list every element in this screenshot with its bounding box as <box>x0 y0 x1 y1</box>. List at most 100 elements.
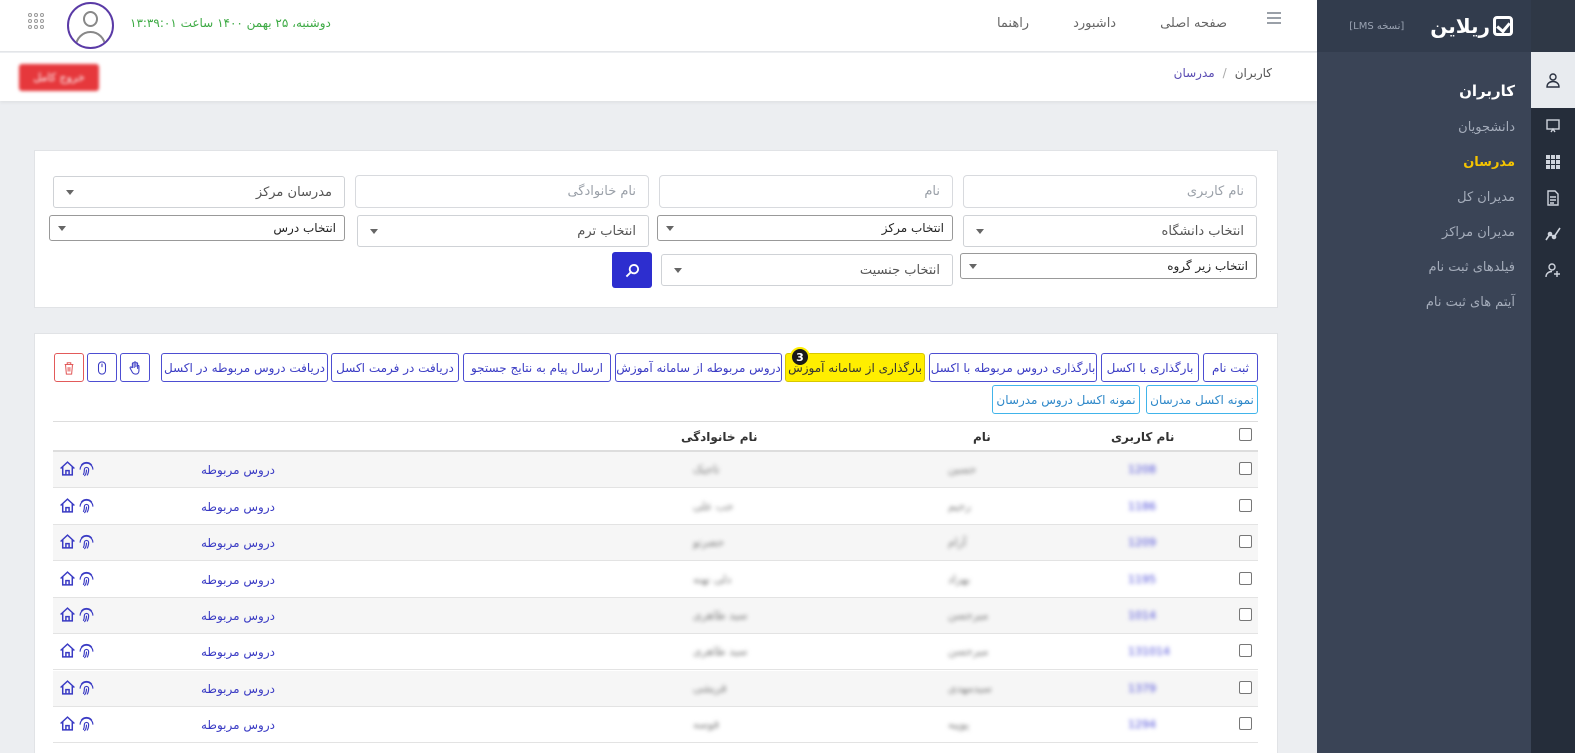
home-icon[interactable] <box>59 460 76 477</box>
upload-courses-excel-button[interactable]: بارگذاری دروس مربوطه با اکسل <box>929 353 1097 382</box>
term-select[interactable]: انتخاب ترم <box>357 215 649 247</box>
sidebar-item-registration-items[interactable]: آیتم های ثبت نام <box>1317 285 1531 320</box>
center-select[interactable]: انتخاب مرکز <box>657 215 953 241</box>
subgroup-select[interactable]: انتخاب زیر گروه <box>960 253 1257 279</box>
nav-home[interactable]: صفحه اصلی <box>1160 16 1227 31</box>
cell-username[interactable]: 1014 <box>1128 609 1156 622</box>
fingerprint-icon[interactable] <box>78 715 95 732</box>
row-checkbox[interactable] <box>1239 535 1252 548</box>
home-icon[interactable] <box>59 642 76 659</box>
cell-username[interactable]: 131014 <box>1128 645 1170 658</box>
related-courses-link[interactable]: دروس مربوطه <box>201 573 275 587</box>
sidebar-item-teachers[interactable]: مدرسان <box>1317 145 1531 180</box>
sidebar-item-registration-fields[interactable]: فیلدهای ثبت نام <box>1317 250 1531 285</box>
row-checkbox[interactable] <box>1239 499 1252 512</box>
row-checkbox[interactable] <box>1239 644 1252 657</box>
upload-excel-button[interactable]: بارگذاری با اکسل <box>1101 353 1199 382</box>
top-nav: صفحه اصلی داشبورد راهنما <box>997 16 1227 31</box>
export-excel-button[interactable]: دریافت در فرمت اکسل <box>331 353 459 382</box>
cell-username[interactable]: 1186 <box>1128 500 1156 513</box>
row-checkbox[interactable] <box>1239 717 1252 730</box>
username-input[interactable]: نام کاربری <box>963 175 1257 208</box>
related-courses-link[interactable]: دروس مربوطه <box>201 609 275 623</box>
cell-username[interactable]: 1208 <box>1128 463 1156 476</box>
row-checkbox[interactable] <box>1239 608 1252 621</box>
row-checkbox[interactable] <box>1239 572 1252 585</box>
related-courses-link[interactable]: دروس مربوطه <box>201 500 275 514</box>
presentation-icon[interactable] <box>1531 108 1575 144</box>
fingerprint-icon[interactable] <box>78 606 95 623</box>
app-logo[interactable]: ریلاین <box>1430 14 1513 38</box>
firstname-input[interactable]: نام <box>659 175 953 208</box>
courses-from-system-button[interactable]: دروس مربوطه از سامانه آموزش <box>615 353 782 382</box>
sidebar-section-title[interactable]: کاربران <box>1317 62 1531 110</box>
register-button[interactable]: ثبت نام <box>1203 353 1258 382</box>
fingerprint-icon[interactable] <box>78 570 95 587</box>
home-icon[interactable] <box>59 533 76 550</box>
fingerprint-icon[interactable] <box>78 460 95 477</box>
export-courses-excel-button[interactable]: دریافت دروس مربوطه در اکسل <box>161 353 328 382</box>
fingerprint-icon[interactable] <box>78 497 95 514</box>
university-select[interactable]: انتخاب دانشگاه <box>963 215 1257 247</box>
related-courses-link[interactable]: دروس مربوطه <box>201 645 275 659</box>
trash-icon[interactable] <box>54 353 84 382</box>
related-courses-link[interactable]: دروس مربوطه <box>201 718 275 732</box>
grid-icon[interactable] <box>1531 144 1575 180</box>
document-icon[interactable] <box>1531 180 1575 216</box>
column-lastname[interactable]: نام خانوادگی <box>681 430 758 444</box>
related-courses-link[interactable]: دروس مربوطه <box>201 536 275 550</box>
table-header: نام کاربری نام نام خانوادگی <box>53 421 1258 452</box>
fingerprint-icon[interactable] <box>78 642 95 659</box>
fingerprint-icon[interactable] <box>78 679 95 696</box>
sample-courses-excel-button[interactable]: نمونه اکسل دروس مدرسان <box>992 385 1140 414</box>
send-message-button[interactable]: ارسال پیام به نتایج جستجو <box>463 353 611 382</box>
center-teachers-select[interactable]: مدرسان مرکز <box>53 176 345 208</box>
sample-teachers-excel-button[interactable]: نمونه اکسل مدرسان <box>1146 385 1258 414</box>
sidebar-item-students[interactable]: دانشجویان <box>1317 110 1531 145</box>
cell-lastname: قوسه <box>693 718 720 731</box>
related-courses-link[interactable]: دروس مربوطه <box>201 682 275 696</box>
top-bar: صفحه اصلی داشبورد راهنما دوشنبه، ۲۵ بهمن… <box>0 0 1317 52</box>
nav-help[interactable]: راهنما <box>997 16 1029 31</box>
home-icon[interactable] <box>59 715 76 732</box>
course-select[interactable]: انتخاب درس <box>49 215 345 241</box>
cell-lastname: سید طاهری <box>693 609 748 622</box>
exit-button[interactable]: خروج کامل <box>19 64 99 91</box>
row-checkbox[interactable] <box>1239 681 1252 694</box>
hand-icon[interactable] <box>120 353 150 382</box>
column-firstname[interactable]: نام <box>973 430 991 444</box>
related-courses-link[interactable]: دروس مربوطه <box>201 463 275 477</box>
apps-icon[interactable] <box>28 13 44 29</box>
step-badge: 3 <box>790 347 810 367</box>
table-row: 1014 میرحسن سید طاهری دروس مربوطه <box>53 598 1258 634</box>
column-username[interactable]: نام کاربری <box>1111 430 1174 444</box>
breadcrumb-root[interactable]: کاربران <box>1235 66 1272 80</box>
cell-lastname: قریشی <box>693 682 727 695</box>
cell-username[interactable]: 1195 <box>1128 573 1156 586</box>
home-icon[interactable] <box>59 606 76 623</box>
menu-icon[interactable] <box>1267 12 1281 27</box>
nav-dashboard[interactable]: داشبورد <box>1073 16 1116 31</box>
mouse-icon[interactable] <box>87 353 117 382</box>
cell-username[interactable]: 1379 <box>1128 682 1156 695</box>
lastname-input[interactable]: نام خانوادگی <box>355 175 649 208</box>
chart-icon[interactable] <box>1531 216 1575 252</box>
users-icon[interactable] <box>1531 52 1575 108</box>
fingerprint-icon[interactable] <box>78 533 95 550</box>
cell-username[interactable]: 1294 <box>1128 718 1156 731</box>
sidebar-item-center-managers[interactable]: مدیران مراکز <box>1317 215 1531 250</box>
home-icon[interactable] <box>59 497 76 514</box>
sidebar-item-general-managers[interactable]: مدیران کل <box>1317 180 1531 215</box>
row-actions <box>59 533 95 550</box>
add-user-icon[interactable] <box>1531 252 1575 288</box>
home-icon[interactable] <box>59 679 76 696</box>
avatar[interactable] <box>67 2 114 49</box>
cell-lastname: حضرتو <box>693 536 725 549</box>
row-checkbox[interactable] <box>1239 462 1252 475</box>
select-all-checkbox[interactable] <box>1239 428 1252 441</box>
gender-select[interactable]: انتخاب جنسیت <box>661 254 953 286</box>
home-icon[interactable] <box>59 570 76 587</box>
cell-username[interactable]: 1209 <box>1128 536 1156 549</box>
chevron-down-icon <box>66 189 74 195</box>
search-button[interactable] <box>612 252 652 288</box>
